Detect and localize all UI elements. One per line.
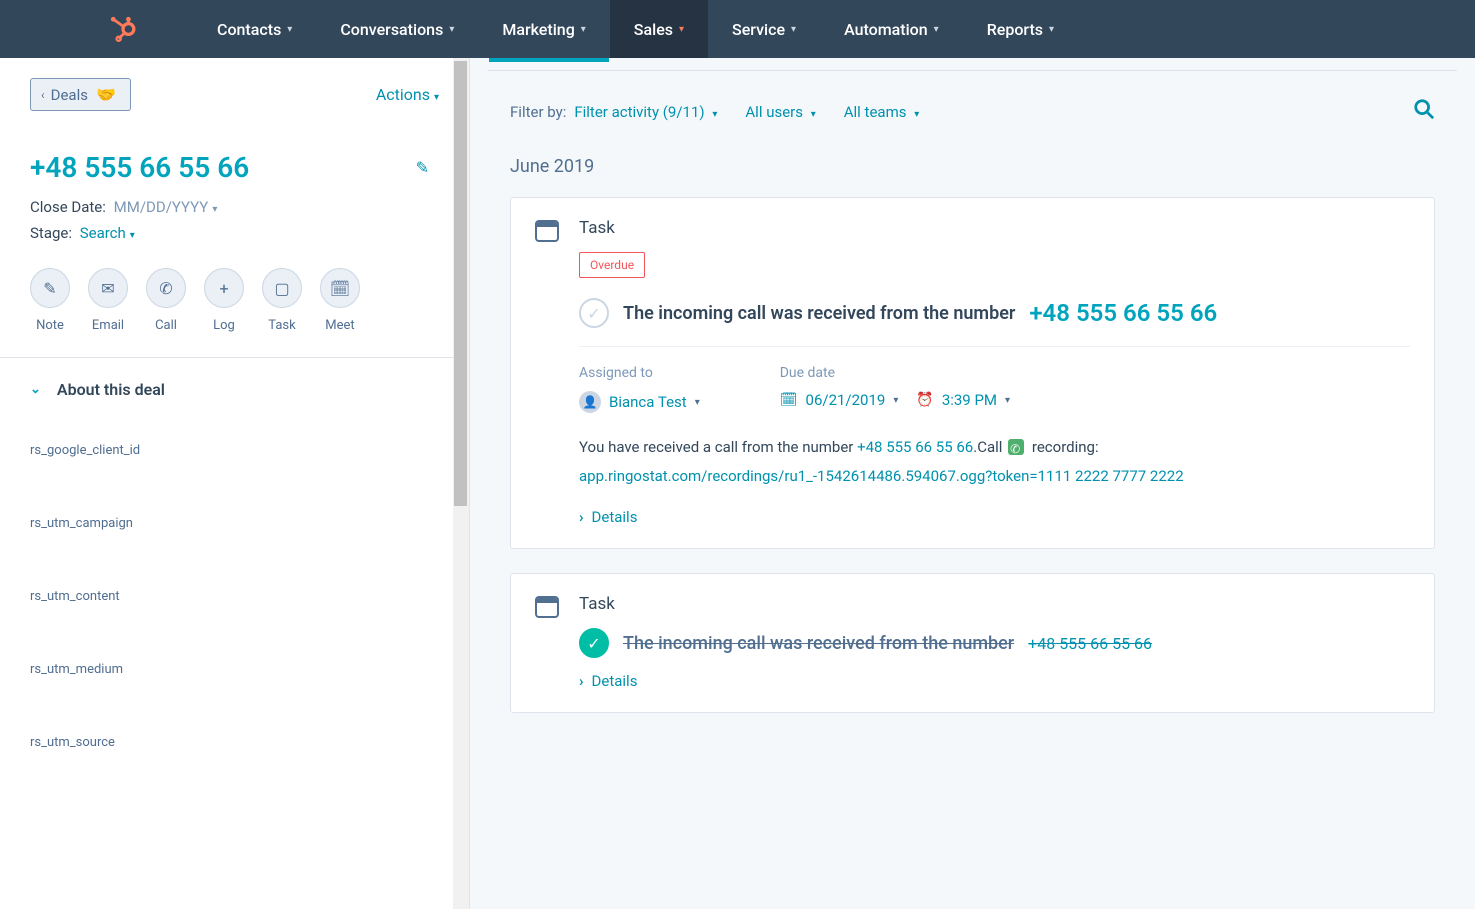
- chevron-down-icon: ▾: [934, 24, 939, 35]
- due-date-picker[interactable]: 🗓 06/21/2019 ▾: [780, 391, 899, 409]
- email-icon: ✉: [101, 279, 114, 298]
- chevron-down-icon: ▾: [695, 397, 700, 408]
- filter-bar: Filter by: Filter activity (9/11) ▾ All …: [510, 98, 1435, 126]
- task-card: Task ✓ The incoming call was received fr…: [510, 573, 1435, 713]
- filter-by-label: Filter by:: [510, 103, 566, 121]
- chevron-down-icon: ▾: [1005, 395, 1010, 406]
- task-checkbox-done[interactable]: ✓: [579, 628, 609, 658]
- chevron-down-icon: ▾: [791, 24, 796, 35]
- note-icon: ✎: [43, 279, 56, 298]
- property-item[interactable]: rs_utm_content: [30, 571, 439, 644]
- task-button[interactable]: ▢Task: [262, 268, 302, 333]
- task-title: The incoming call was received from the …: [623, 633, 1014, 654]
- nav-sales[interactable]: Sales▾: [610, 0, 708, 58]
- calendar-icon: 🗓: [330, 279, 350, 298]
- recording-link[interactable]: app.ringostat.com/recordings/ru1_-154261…: [579, 467, 1184, 485]
- property-item[interactable]: rs_google_client_id: [30, 425, 439, 498]
- month-heading: June 2019: [510, 156, 1435, 177]
- assigned-label: Assigned to: [579, 365, 700, 381]
- about-section-toggle[interactable]: ⌄ About this deal: [30, 380, 439, 399]
- top-nav: Contacts▾ Conversations▾ Marketing▾ Sale…: [0, 0, 1475, 58]
- chevron-down-icon: ▾: [811, 109, 816, 120]
- chevron-down-icon: ▾: [287, 24, 292, 35]
- pencil-icon[interactable]: ✎: [416, 158, 429, 177]
- chevron-down-icon: ▾: [1049, 24, 1054, 35]
- details-toggle[interactable]: ›Details: [579, 672, 1410, 690]
- task-card-icon: [535, 596, 559, 618]
- task-icon: ▢: [274, 279, 289, 298]
- property-item[interactable]: rs_utm_source: [30, 717, 439, 790]
- phone-icon: ✆: [159, 279, 172, 298]
- chevron-down-icon: ▾: [893, 395, 898, 406]
- chevron-down-icon: ▾: [712, 109, 717, 120]
- search-icon[interactable]: [1413, 98, 1435, 126]
- clock-icon: ⏰: [916, 392, 933, 408]
- filter-users-dropdown[interactable]: All users ▾: [745, 103, 815, 121]
- close-date-picker[interactable]: MM/DD/YYYY▾: [114, 198, 218, 216]
- call-button[interactable]: ✆Call: [146, 268, 186, 333]
- avatar-icon: 👤: [579, 391, 601, 413]
- property-item[interactable]: rs_utm_campaign: [30, 498, 439, 571]
- stage-field: Stage: Search▾: [30, 224, 439, 242]
- task-checkbox[interactable]: ✓: [579, 298, 609, 328]
- calendar-icon: 🗓: [780, 392, 798, 408]
- chevron-right-icon: ›: [579, 508, 584, 526]
- task-card-icon: [535, 220, 559, 242]
- tab-indicator: [489, 58, 609, 62]
- chevron-down-icon: ▾: [914, 109, 919, 120]
- plus-icon: +: [219, 279, 228, 298]
- filter-activity-dropdown[interactable]: Filter activity (9/11) ▾: [574, 103, 717, 121]
- deal-title: +48 555 66 55 66: [30, 151, 249, 184]
- nav-marketing[interactable]: Marketing▾: [478, 0, 609, 58]
- scrollbar[interactable]: [453, 58, 469, 909]
- nav-conversations[interactable]: Conversations▾: [316, 0, 478, 58]
- task-card: Task Overdue ✓ The incoming call was rec…: [510, 197, 1435, 549]
- handshake-icon: 🤝: [96, 85, 116, 104]
- log-button[interactable]: +Log: [204, 268, 244, 333]
- property-item[interactable]: rs_utm_medium: [30, 644, 439, 717]
- due-date-label: Due date: [780, 365, 1010, 381]
- meet-button[interactable]: 🗓Meet: [320, 268, 360, 333]
- task-title: The incoming call was received from the …: [623, 303, 1015, 324]
- task-description: You have received a call from the number…: [579, 433, 1410, 490]
- ringostat-icon: [1008, 439, 1024, 455]
- assigned-to-dropdown[interactable]: 👤 Bianca Test ▾: [579, 391, 700, 413]
- nav-service[interactable]: Service▾: [708, 0, 820, 58]
- note-button[interactable]: ✎Note: [30, 268, 70, 333]
- chevron-left-icon: ‹: [41, 88, 45, 102]
- overdue-badge: Overdue: [579, 252, 645, 278]
- nav-reports[interactable]: Reports▾: [963, 0, 1078, 58]
- back-deals-button[interactable]: ‹ Deals 🤝: [30, 78, 131, 111]
- main-panel: Filter by: Filter activity (9/11) ▾ All …: [470, 58, 1475, 909]
- details-toggle[interactable]: ›Details: [579, 508, 1410, 526]
- chevron-right-icon: ›: [579, 672, 584, 690]
- chevron-down-icon: ▾: [581, 24, 586, 35]
- close-date-field: Close Date: MM/DD/YYYY▾: [30, 198, 439, 216]
- chevron-down-icon: ▾: [130, 230, 135, 241]
- email-button[interactable]: ✉Email: [88, 268, 128, 333]
- card-type-label: Task: [579, 218, 1410, 238]
- nav-automation[interactable]: Automation▾: [820, 0, 963, 58]
- sidebar: ‹ Deals 🤝 Actions▾ +48 555 66 55 66 ✎ Cl…: [0, 58, 470, 909]
- phone-link[interactable]: +48 555 66 55 66: [857, 438, 973, 456]
- card-type-label: Task: [579, 594, 1410, 614]
- chevron-down-icon: ▾: [434, 92, 439, 103]
- hubspot-logo[interactable]: [110, 15, 138, 43]
- chevron-down-icon: ▾: [449, 24, 454, 35]
- due-time-picker[interactable]: ⏰ 3:39 PM ▾: [916, 391, 1010, 409]
- chevron-down-icon: ▾: [679, 24, 684, 35]
- task-title-number: +48 555 66 55 66: [1029, 299, 1217, 327]
- chevron-down-icon: ▾: [212, 204, 217, 215]
- chevron-down-icon: ⌄: [30, 382, 41, 397]
- task-title-number: +48 555 66 55 66: [1028, 634, 1152, 653]
- actions-dropdown[interactable]: Actions▾: [376, 85, 439, 104]
- filter-teams-dropdown[interactable]: All teams ▾: [844, 103, 919, 121]
- stage-dropdown[interactable]: Search▾: [80, 224, 135, 242]
- nav-contacts[interactable]: Contacts▾: [193, 0, 316, 58]
